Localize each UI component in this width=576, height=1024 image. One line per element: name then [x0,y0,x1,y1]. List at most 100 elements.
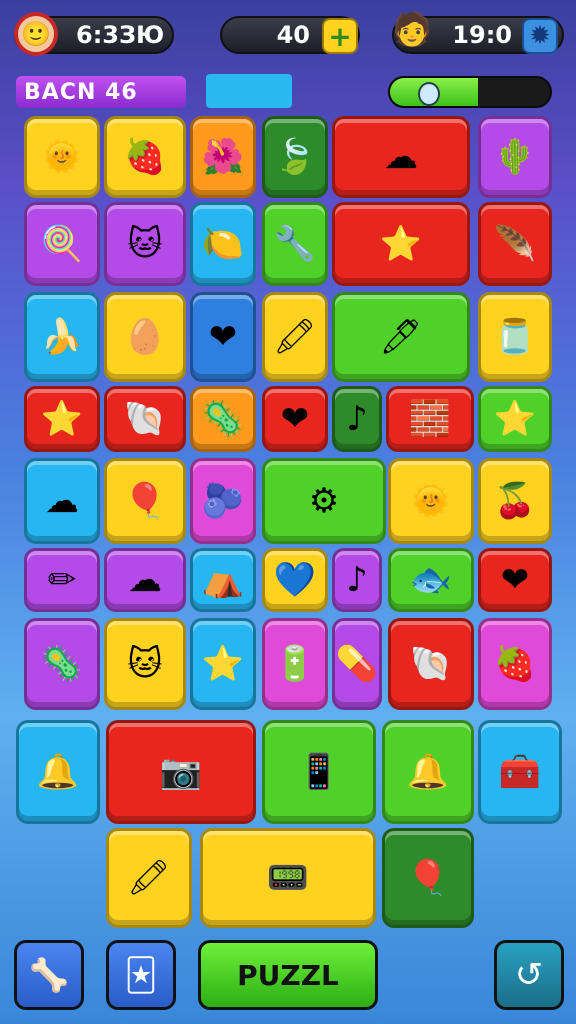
game-tile[interactable]: 🍓 [478,618,552,710]
tile-icon: 🧱 [408,399,452,439]
game-tile[interactable]: ⚙ [262,458,386,544]
tile-icon: 🌺 [201,137,245,177]
game-tile[interactable]: 🍌 [24,292,100,382]
game-tile[interactable]: ☁ [24,458,100,544]
tile-icon: 🦠 [40,644,84,684]
tile-icon: 🫙 [493,317,537,357]
tile-icon: 🪶 [493,224,537,264]
tile-icon: 🖍 [127,858,171,898]
game-tile[interactable]: 📟 [200,828,376,928]
tile-icon: 🐱 [127,644,163,684]
game-tile[interactable]: 🍋 [190,202,256,286]
tile-icon: 🍋 [201,224,245,264]
game-tile[interactable]: ✏ [24,548,100,612]
tile-icon: ✏ [47,560,77,600]
game-tile[interactable]: 💙 [262,548,328,612]
game-tile[interactable]: 🍒 [478,458,552,544]
tile-icon: 🔧 [273,224,317,264]
game-tile[interactable]: 🫐 [190,458,256,544]
game-tile[interactable]: 🍭 [24,202,100,286]
tile-icon: 🌞 [40,137,84,177]
game-tile[interactable]: 🎈 [104,458,186,544]
game-tile[interactable]: 🔋 [262,618,328,710]
game-tile[interactable]: 📱 [262,720,376,824]
puzzle-label: PUZZL [237,958,339,992]
game-tile[interactable]: 🖍 [106,828,192,928]
tile-icon: 🍓 [493,644,537,684]
game-tile[interactable]: ⛺ [190,548,256,612]
game-tile[interactable]: ❤ [262,386,328,452]
tile-icon: 📱 [297,752,341,792]
game-tile[interactable]: ♪ [332,386,382,452]
tile-icon: ☁ [45,481,79,521]
tile-board: 🌞 🍓 🌺 🍃 ☁ 🌵 🍭 🐱 🍋 🔧 ⭐ 🪶 🍌 🥚 ❤ 🖍 🖊 🫙 ⭐ 🐚 🦠 ❤ ♪ 🧱 ⭐ ☁ 🎈 🫐 ⚙ 🌞 🍒 ✏ ☁ ⛺ 💙 ♪ 🐟 ❤ 🦠 🐱… [0,0,576,1024]
game-tile[interactable]: 🌞 [24,116,100,198]
puzzle-button[interactable]: PUZZL [198,940,378,1010]
tile-icon: 🧰 [498,752,542,792]
game-tile[interactable]: 🐚 [388,618,474,710]
game-tile[interactable]: 🧰 [478,720,562,824]
game-tile[interactable]: 🐱 [104,618,186,710]
game-tile[interactable]: ☁ [104,548,186,612]
game-tile[interactable]: 🌵 [478,116,552,198]
game-tile[interactable]: ♪ [332,548,382,612]
undo-button[interactable]: ↺ [494,940,564,1010]
game-tile[interactable]: 🎈 [382,828,474,928]
tile-icon: 🖊 [379,317,423,357]
tile-icon: 🫐 [201,481,245,521]
tile-icon: 🦠 [201,399,245,439]
tile-icon: 🌞 [409,481,453,521]
tile-icon: ⭐ [493,399,537,439]
game-tile[interactable]: ⭐ [478,386,552,452]
game-tile[interactable]: 🪶 [478,202,552,286]
tile-icon: 💙 [273,560,317,600]
tile-icon: 📟 [266,858,310,898]
tile-icon: 🍒 [493,481,537,521]
game-tile[interactable]: 🌺 [190,116,256,198]
game-tile[interactable]: 🔧 [262,202,328,286]
hint-button[interactable]: 🃏 [106,940,176,1010]
tile-icon: ☁ [384,137,418,177]
tile-icon: 🐱 [127,224,163,264]
tile-icon: ⭐ [40,399,84,439]
tile-icon: 🍌 [40,317,84,357]
tile-icon: ⚙ [308,481,340,521]
game-tile[interactable]: 🌞 [388,458,474,544]
tile-icon: ☁ [128,560,162,600]
game-tile[interactable]: 🐚 [104,386,186,452]
tile-icon: ♪ [346,399,368,439]
game-tile[interactable]: 🧱 [386,386,474,452]
game-tile[interactable]: 🐱 [104,202,186,286]
game-tile[interactable]: ☁ [332,116,470,198]
game-tile[interactable]: ⭐ [190,618,256,710]
tile-icon: 🐚 [409,644,453,684]
game-tile[interactable]: 🔔 [382,720,474,824]
game-tile[interactable]: 🔔 [16,720,100,824]
undo-icon: ↺ [514,955,544,995]
game-tile[interactable]: ❤ [478,548,552,612]
game-tile[interactable]: 🥚 [104,292,186,382]
tile-stack-icon: 🃏 [124,956,158,994]
game-tile[interactable]: 📷 [106,720,256,824]
shuffle-button[interactable]: 🦴 [14,940,84,1010]
game-tile[interactable]: 🦠 [24,618,100,710]
game-tile[interactable]: 🍓 [104,116,186,198]
tile-icon: 🥚 [123,317,167,357]
tile-icon: 🐚 [123,399,167,439]
game-tile[interactable]: 🐟 [388,548,474,612]
tile-icon: 🎈 [406,858,450,898]
game-tile[interactable]: 🖍 [262,292,328,382]
game-tile[interactable]: 💊 [332,618,382,710]
game-tile[interactable]: 🍃 [262,116,328,198]
tile-icon: 🍃 [273,137,317,177]
game-tile[interactable]: ⭐ [24,386,100,452]
game-tile[interactable]: 🫙 [478,292,552,382]
tile-icon: 🔔 [406,752,450,792]
bone-icon: 🦴 [29,956,69,994]
game-tile[interactable]: ❤ [190,292,256,382]
game-tile[interactable]: 🖊 [332,292,470,382]
tile-icon: 🔋 [273,644,317,684]
tile-icon: 💊 [335,644,379,684]
game-tile[interactable]: ⭐ [332,202,470,286]
game-tile[interactable]: 🦠 [190,386,256,452]
